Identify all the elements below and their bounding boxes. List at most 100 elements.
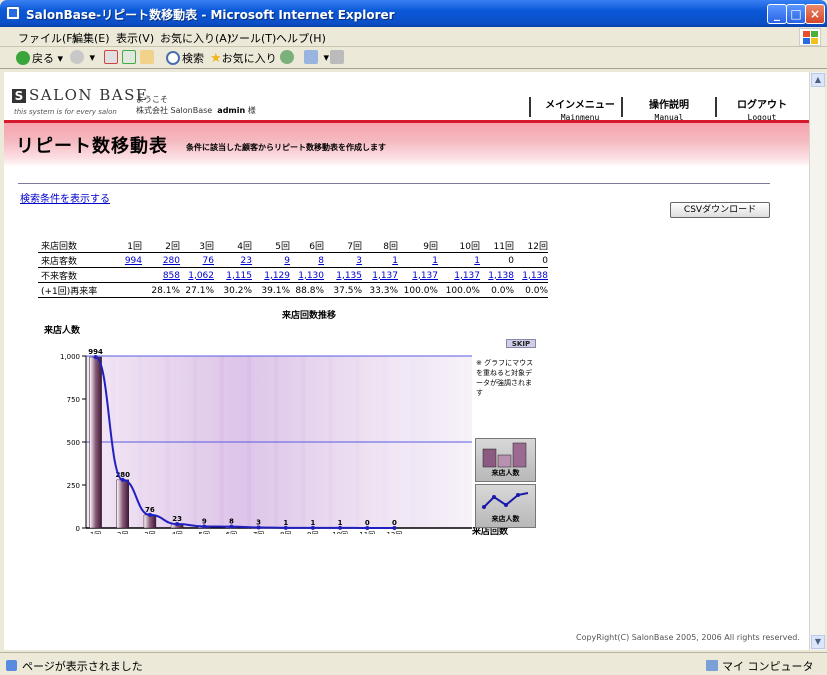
- chart-point: [147, 512, 152, 517]
- table-cell-link[interactable]: 1: [474, 256, 480, 266]
- mail-icon[interactable]: ▾: [304, 50, 329, 64]
- table-cell-link[interactable]: 76: [203, 256, 214, 266]
- bar-chart-toggle-label: 来店人数: [491, 469, 520, 477]
- table-cell-link[interactable]: 994: [125, 256, 142, 266]
- table-cell: 1回: [108, 238, 142, 253]
- windows-logo-icon: [799, 28, 821, 46]
- back-arrow-icon: [16, 51, 30, 65]
- scroll-down-icon[interactable]: ▼: [811, 635, 825, 649]
- table-cell: 11回: [480, 238, 514, 253]
- table-cell-link[interactable]: 280: [163, 256, 180, 266]
- table-cell-link[interactable]: 1,130: [298, 271, 324, 281]
- forward-button[interactable]: ▾: [70, 50, 95, 64]
- row-label: 不来客数: [38, 267, 108, 283]
- chart-data-label: 994: [88, 348, 103, 356]
- chart-y-tick-label: 1,000: [60, 353, 80, 361]
- forward-arrow-icon: [70, 50, 84, 64]
- chart-point: [93, 355, 98, 360]
- menu-file[interactable]: ファイル(F): [18, 30, 77, 46]
- table-cell: 27.1%: [180, 282, 214, 298]
- scroll-up-icon[interactable]: ▲: [811, 73, 825, 87]
- table-cell-link[interactable]: 8: [318, 256, 324, 266]
- menu-edit[interactable]: 編集(E): [72, 30, 110, 46]
- table-cell: 1,137: [362, 267, 398, 283]
- table-cell-link[interactable]: 9: [284, 256, 290, 266]
- table-row: 来店回数 1回 2回 3回 4回 5回 6回 7回 8回 9回 10回 11回 12回: [38, 238, 548, 253]
- chart-y-tick-label: 500: [67, 439, 80, 447]
- history-icon[interactable]: [280, 50, 296, 64]
- visit-count-chart[interactable]: 02505007501,0009941回2802回763回234回95回86回3…: [44, 334, 476, 534]
- table-cell-link[interactable]: 1,135: [336, 271, 362, 281]
- search-button[interactable]: 検索: [166, 50, 204, 66]
- chart-data-label: 9: [202, 517, 207, 525]
- favorites-button[interactable]: ★お気に入り: [210, 50, 277, 66]
- section-divider: [18, 183, 770, 184]
- repeat-stats-table: 来店回数 1回 2回 3回 4回 5回 6回 7回 8回 9回 10回 11回 12回 来店客数 994 28…: [38, 238, 548, 298]
- star-icon: ★: [210, 51, 222, 66]
- welcome-message: ようこそ 株式会社 SalonBase admin 様: [136, 95, 256, 115]
- line-chart-toggle[interactable]: 来店人数: [475, 484, 536, 528]
- stop-icon[interactable]: [104, 50, 120, 64]
- window-titlebar[interactable]: SalonBase-リピート数移動表 - Microsoft Internet …: [0, 0, 827, 27]
- chart-bar[interactable]: [89, 356, 102, 529]
- chart-hover-note: ※ グラフにマウスを重ねると対象データが強調されます: [476, 359, 534, 397]
- table-cell: 1,130: [290, 267, 324, 283]
- skip-button[interactable]: SKIP: [506, 339, 536, 348]
- menu-help[interactable]: ヘルプ(H): [276, 30, 326, 46]
- close-button[interactable]: ×: [805, 4, 825, 24]
- salonbase-logo-icon: S: [12, 89, 26, 103]
- refresh-icon[interactable]: [122, 50, 138, 64]
- menu-favorites[interactable]: お気に入り(A): [160, 30, 231, 46]
- chart-data-label: 1: [283, 519, 288, 527]
- minimize-button[interactable]: _: [767, 4, 787, 24]
- chart-point: [283, 525, 288, 530]
- nav-mainmenu[interactable]: メインメニュー Mainmenu: [540, 96, 620, 122]
- home-icon[interactable]: [140, 50, 156, 64]
- line-chart-icon: [482, 492, 529, 509]
- maximize-button[interactable]: □: [786, 4, 806, 24]
- chart-x-tick-label: 7回: [253, 531, 264, 534]
- table-cell-link[interactable]: 858: [163, 271, 180, 281]
- chart-data-label: 0: [365, 519, 370, 527]
- table-cell-link[interactable]: 1,129: [264, 271, 290, 281]
- table-cell-link[interactable]: 1,137: [372, 271, 398, 281]
- menu-tools[interactable]: ツール(T): [228, 30, 276, 46]
- print-icon[interactable]: [330, 50, 346, 64]
- bar-chart-toggle[interactable]: 来店人数: [475, 438, 536, 482]
- table-cell: 3: [324, 252, 362, 268]
- table-cell-link[interactable]: 1: [432, 256, 438, 266]
- back-button[interactable]: 戻る ▾: [16, 50, 63, 66]
- table-cell-link[interactable]: 1,137: [412, 271, 438, 281]
- csv-download-button[interactable]: CSVダウンロード: [670, 202, 770, 218]
- table-cell: 0: [514, 252, 548, 268]
- chart-y-tick-label: 250: [67, 482, 80, 490]
- table-cell-link[interactable]: 23: [241, 256, 252, 266]
- table-cell: 1: [438, 252, 480, 268]
- status-bar: ページが表示されました マイ コンピュータ: [0, 652, 827, 675]
- table-cell-link[interactable]: 1,115: [226, 271, 252, 281]
- table-cell-link[interactable]: 1,138: [522, 271, 548, 281]
- chart-x-tick-label: 3回: [144, 531, 155, 534]
- site-logo[interactable]: SALON BASE: [29, 86, 148, 104]
- chart-x-tick-label: 4回: [171, 531, 182, 534]
- table-cell-link[interactable]: 1,137: [454, 271, 480, 281]
- chart-bar[interactable]: [116, 479, 129, 529]
- table-cell-link[interactable]: 3: [356, 256, 362, 266]
- chart-x-tick-label: 11回: [359, 531, 375, 534]
- chart-data-label: 1: [310, 519, 315, 527]
- table-cell: 1,138: [514, 267, 548, 283]
- table-cell-link[interactable]: 1,062: [188, 271, 214, 281]
- table-cell-link[interactable]: 1,138: [488, 271, 514, 281]
- nav-manual[interactable]: 操作説明 Manual: [629, 96, 709, 122]
- chart-x-tick-label: 12回: [386, 531, 402, 534]
- chart-y-tick-label: 750: [67, 396, 80, 404]
- table-cell-link[interactable]: 1: [392, 256, 398, 266]
- nav-logout[interactable]: ログアウト Logout: [722, 96, 802, 122]
- page-scrollbar[interactable]: ▲ ▼: [809, 72, 825, 650]
- menu-view[interactable]: 表示(V): [116, 30, 154, 46]
- chart-title: 来店回数推移: [282, 311, 337, 321]
- show-search-conditions-link[interactable]: 検索条件を表示する: [20, 190, 110, 205]
- table-cell: 30.2%: [214, 282, 252, 298]
- table-cell: 100.0%: [398, 282, 438, 298]
- chart-data-label: 0: [392, 519, 397, 527]
